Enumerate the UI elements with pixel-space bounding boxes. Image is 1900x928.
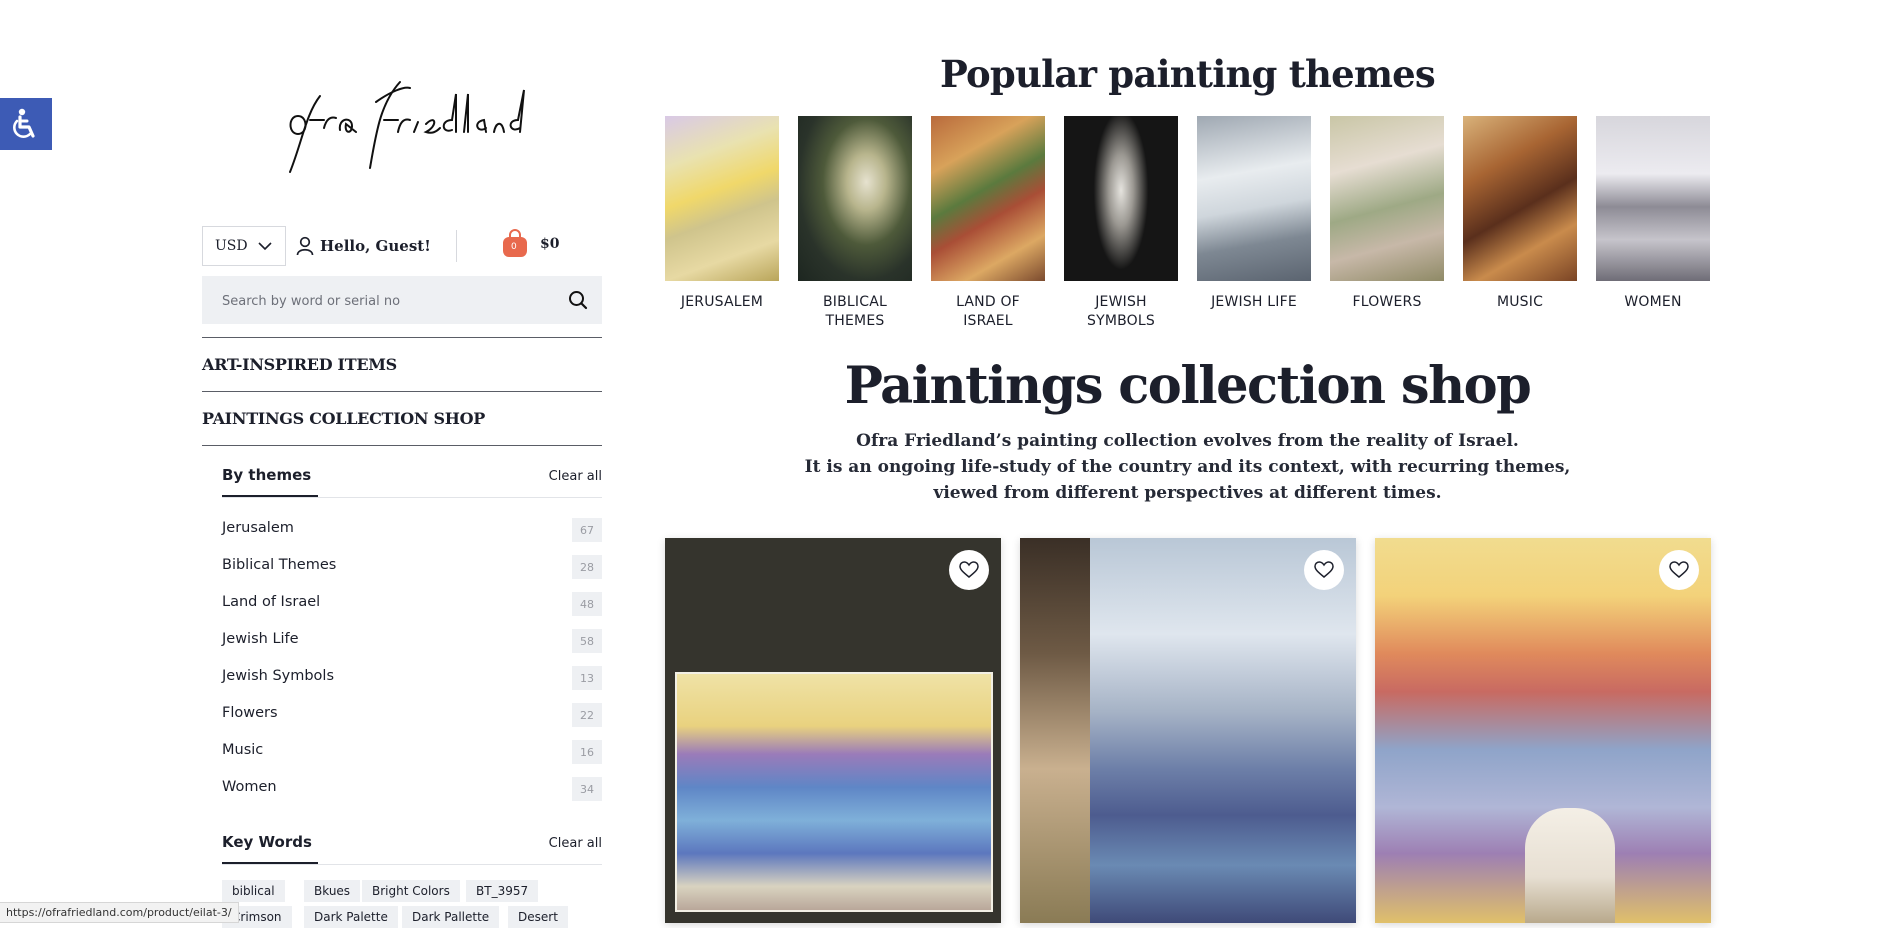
- theme-flowers[interactable]: FLOWERS: [1330, 116, 1444, 312]
- keyword-tag[interactable]: Bkues: [304, 880, 361, 902]
- theme-image: [1064, 116, 1178, 281]
- filter-item-music[interactable]: Music 16: [222, 740, 602, 777]
- themes-filter-title[interactable]: By themes: [222, 466, 311, 484]
- keyword-tag[interactable]: Bright Colors: [362, 880, 460, 902]
- theme-land-of-israel[interactable]: LAND OF ISRAEL: [931, 116, 1045, 331]
- theme-jewish-symbols[interactable]: JEWISH SYMBOLS: [1064, 116, 1178, 331]
- user-icon: [296, 236, 314, 256]
- chevron-down-icon: [258, 242, 272, 251]
- active-tab-underline: [222, 862, 318, 864]
- wishlist-button[interactable]: [949, 550, 989, 590]
- filter-item-jerusalem[interactable]: Jerusalem 67: [222, 518, 602, 555]
- nav-paintings-collection-shop[interactable]: PAINTINGS COLLECTION SHOP: [202, 391, 602, 445]
- cart-total: $0: [540, 236, 560, 252]
- divider: [222, 497, 602, 498]
- filter-item-jewish-life[interactable]: Jewish Life 58: [222, 629, 602, 666]
- theme-women[interactable]: WOMEN: [1596, 116, 1710, 312]
- heart-icon: [1669, 561, 1689, 578]
- themes-clear-all-button[interactable]: Clear all: [549, 469, 602, 484]
- theme-label: JERUSALEM: [680, 294, 764, 310]
- shop-title: Paintings collection shop: [844, 356, 1532, 416]
- theme-label: FLOWERS: [1352, 294, 1422, 310]
- filter-item-flowers[interactable]: Flowers 22: [222, 703, 602, 740]
- heart-icon: [1314, 561, 1334, 578]
- divider: [222, 864, 602, 865]
- theme-label: JEWISH LIFE: [1211, 294, 1297, 310]
- theme-image: [931, 116, 1045, 281]
- currency-value: USD: [215, 238, 248, 254]
- heart-icon: [959, 561, 979, 578]
- account-link[interactable]: Hello, Guest!: [296, 236, 431, 256]
- keyword-tag[interactable]: Desert: [508, 906, 568, 928]
- keyword-tag[interactable]: Dark Palette: [304, 906, 398, 928]
- currency-select[interactable]: USD: [202, 226, 286, 266]
- theme-image: [1596, 116, 1710, 281]
- signature-logo: [289, 81, 525, 173]
- theme-image: [665, 116, 779, 281]
- wishlist-button[interactable]: [1304, 550, 1344, 590]
- theme-music[interactable]: MUSIC: [1463, 116, 1577, 312]
- theme-image: [1463, 116, 1577, 281]
- themes-filter-header: By themes Clear all: [222, 455, 602, 501]
- filter-count: 58: [572, 629, 602, 653]
- filter-item-land-of-israel[interactable]: Land of Israel 48: [222, 592, 602, 629]
- product-image: [675, 672, 993, 912]
- keyword-tag[interactable]: biblical: [222, 880, 285, 902]
- themes-filter-list: Jerusalem 67 Biblical Themes 28 Land of Is…: [222, 518, 602, 814]
- product-card[interactable]: [665, 538, 1001, 923]
- cart-button[interactable]: 0: [502, 228, 528, 258]
- theme-label: LAND OF ISRAEL: [956, 294, 1020, 329]
- theme-label: MUSIC: [1496, 294, 1544, 310]
- product-image-figure: [1020, 538, 1090, 923]
- divider: [456, 230, 457, 262]
- filter-item-biblical-themes[interactable]: Biblical Themes 28: [222, 555, 602, 592]
- filter-count: 16: [572, 740, 602, 764]
- theme-label: BIBLICAL THEMES: [822, 294, 888, 329]
- wishlist-button[interactable]: [1659, 550, 1699, 590]
- theme-label: JEWISH SYMBOLS: [1087, 294, 1155, 329]
- keywords-filter-title[interactable]: Key Words: [222, 833, 312, 851]
- popular-themes-title: Popular painting themes: [940, 52, 1436, 96]
- keyword-tag[interactable]: Dark Pallette: [402, 906, 500, 928]
- theme-image: [1197, 116, 1311, 281]
- product-card[interactable]: [1375, 538, 1711, 923]
- sidebar: USD Hello, Guest! 0 $0 ART-INSPIRED ITEM…: [202, 0, 602, 928]
- filter-count: 67: [572, 518, 602, 542]
- account-bar: USD Hello, Guest! 0 $0: [202, 226, 602, 268]
- keyword-tag[interactable]: BT_3957: [466, 880, 539, 902]
- theme-biblical-themes[interactable]: BIBLICAL THEMES: [798, 116, 912, 331]
- product-card[interactable]: [1020, 538, 1356, 923]
- filter-count: 34: [572, 777, 602, 801]
- filter-count: 28: [572, 555, 602, 579]
- filter-count: 48: [572, 592, 602, 616]
- active-tab-underline: [222, 495, 318, 497]
- greeting: Hello, Guest!: [320, 237, 431, 255]
- theme-label: WOMEN: [1624, 294, 1682, 310]
- theme-image: [1330, 116, 1444, 281]
- cart-count: 0: [511, 242, 517, 252]
- filter-item-jewish-symbols[interactable]: Jewish Symbols 13: [222, 666, 602, 703]
- keywords-clear-all-button[interactable]: Clear all: [549, 836, 602, 851]
- keywords-filter-header: Key Words Clear all: [222, 822, 602, 868]
- filter-count: 13: [572, 666, 602, 690]
- accessibility-icon: [13, 108, 35, 138]
- theme-jewish-life[interactable]: JEWISH LIFE: [1197, 116, 1311, 312]
- search-bar: [202, 276, 602, 326]
- product-image-figure: [1525, 808, 1615, 923]
- shop-description: Ofra Friedland’s painting collection evo…: [804, 431, 1571, 503]
- status-bar-url: https://ofrafriedland.com/product/eilat-…: [0, 902, 239, 923]
- filter-item-women[interactable]: Women 34: [222, 777, 602, 814]
- filter-count: 22: [572, 703, 602, 727]
- accessibility-button[interactable]: [0, 98, 52, 150]
- nav-art-inspired-items[interactable]: ART-INSPIRED ITEMS: [202, 337, 602, 391]
- search-icon[interactable]: [568, 290, 588, 310]
- logo[interactable]: [280, 64, 530, 184]
- divider: [202, 445, 602, 446]
- theme-jerusalem[interactable]: JERUSALEM: [665, 116, 779, 312]
- theme-image: [798, 116, 912, 281]
- search-input[interactable]: [202, 276, 574, 326]
